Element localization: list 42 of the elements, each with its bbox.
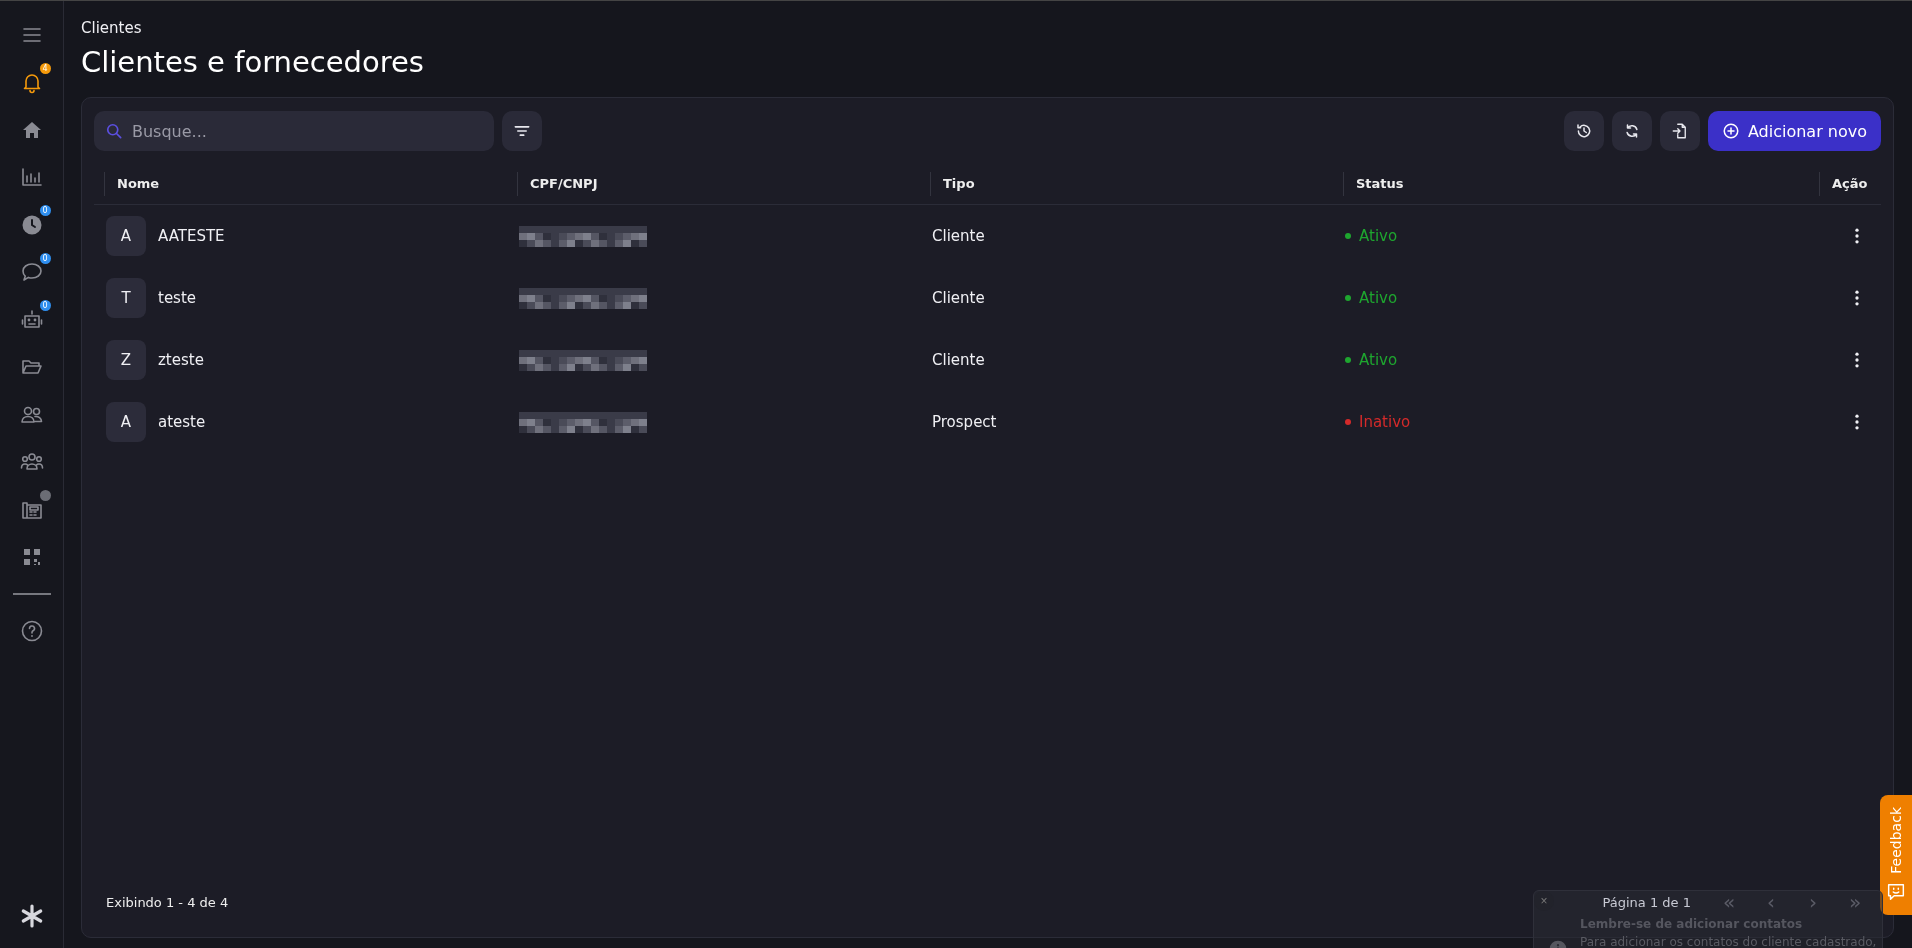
search-icon bbox=[104, 121, 124, 141]
count-badge: 0 bbox=[39, 205, 51, 216]
avatar: A bbox=[106, 216, 146, 256]
avatar: A bbox=[106, 402, 146, 442]
client-type: Cliente bbox=[932, 289, 985, 307]
client-name: AATESTE bbox=[158, 227, 225, 245]
column-header[interactable]: Nome bbox=[104, 171, 507, 196]
client-name: ateste bbox=[158, 413, 206, 431]
filter-button[interactable] bbox=[502, 111, 542, 151]
page-title: Clientes e fornecedores bbox=[81, 45, 425, 79]
column-header[interactable]: Ação bbox=[1819, 171, 1881, 196]
help-icon[interactable] bbox=[19, 618, 44, 643]
record-count: Exibindo 1 - 4 de 4 bbox=[106, 894, 229, 910]
status-label: Inativo bbox=[1359, 413, 1411, 431]
avatar: Z bbox=[106, 340, 146, 380]
column-header[interactable]: CPF/CNPJ bbox=[517, 171, 920, 196]
column-header[interactable]: Tipo bbox=[930, 171, 1333, 196]
status-label: Ativo bbox=[1359, 289, 1398, 307]
breadcrumb[interactable]: Clientes bbox=[81, 19, 1894, 37]
client-type: Prospect bbox=[932, 413, 997, 431]
add-new-button[interactable]: Adicionar novo bbox=[1707, 111, 1881, 151]
file-import-icon bbox=[1670, 122, 1689, 140]
page-indicator: Página 1 de 1 bbox=[1602, 894, 1691, 910]
count-badge: 4 bbox=[39, 62, 51, 74]
history-icon bbox=[1574, 122, 1593, 140]
toast-message: Para adicionar os contatos do cliente cadastrado, bbox=[1580, 935, 1877, 948]
client-type: Cliente bbox=[932, 351, 985, 369]
count-badge: 0 bbox=[39, 252, 51, 264]
asterisk-icon[interactable] bbox=[19, 904, 44, 929]
count-badge: 0 bbox=[39, 300, 51, 311]
add-icon bbox=[1721, 122, 1740, 140]
refresh-button[interactable] bbox=[1611, 111, 1652, 151]
status-label: Ativo bbox=[1359, 227, 1398, 245]
column-header[interactable]: Status bbox=[1343, 171, 1819, 196]
client-name: teste bbox=[158, 289, 197, 307]
file-import-button[interactable] bbox=[1659, 111, 1700, 151]
status-label: Ativo bbox=[1359, 351, 1398, 369]
history-button[interactable] bbox=[1563, 111, 1604, 151]
search-field[interactable]: Busque... bbox=[94, 111, 494, 151]
avatar: T bbox=[106, 278, 146, 318]
client-name: zteste bbox=[158, 351, 204, 369]
client-type: Cliente bbox=[932, 227, 985, 245]
